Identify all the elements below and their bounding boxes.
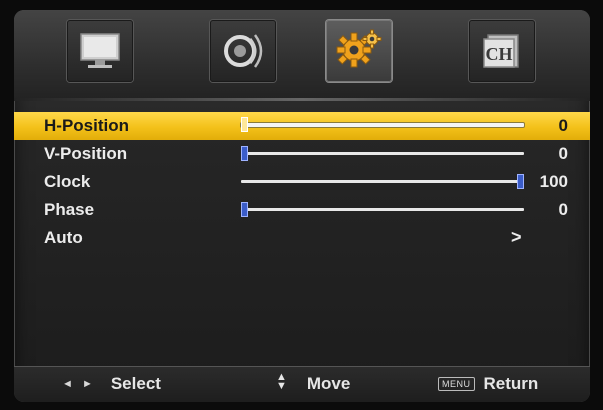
channel-ch-icon: CH	[483, 34, 519, 68]
hint-move: ▲ ▼ Move	[276, 370, 350, 394]
h-position-value: 0	[558, 116, 568, 135]
menu-tab-bar: CH	[14, 10, 590, 98]
v-position-value: 0	[558, 144, 568, 163]
v-position-slider[interactable]	[241, 146, 524, 161]
h-position-label: H-Position	[44, 116, 129, 135]
osd-menu: CH H-Position 0 V-Position 0 Clock 100 P…	[14, 10, 590, 402]
tab-setup[interactable]	[326, 20, 392, 82]
return-label: Return	[483, 374, 539, 393]
v-position-label: V-Position	[44, 144, 128, 163]
hint-bar: ◄ ► Select ▲ ▼ Move MENU Return	[14, 366, 590, 402]
phase-knob[interactable]	[241, 202, 248, 217]
tab-sound[interactable]	[210, 20, 276, 82]
settings-list: H-Position 0 V-Position 0 Clock 100 Phas…	[14, 112, 590, 252]
left-right-arrows-icon: ◄ ►	[62, 378, 93, 390]
tv-picture-icon	[80, 33, 120, 68]
auto-label: Auto	[44, 228, 83, 247]
tab-channel[interactable]: CH	[469, 20, 535, 82]
speaker-sound-icon	[224, 34, 263, 68]
clock-knob[interactable]	[517, 174, 524, 189]
menu-key-icon: MENU	[438, 377, 475, 391]
h-position-knob[interactable]	[241, 117, 248, 132]
move-label: Move	[306, 374, 351, 393]
gear-setup-icon	[336, 29, 382, 68]
row-h-position[interactable]: H-Position 0	[14, 112, 590, 140]
svg-text:CH: CH	[486, 44, 513, 64]
row-v-position[interactable]: V-Position 0	[14, 140, 590, 168]
phase-slider[interactable]	[241, 202, 524, 217]
up-down-arrows-icon: ▲ ▼	[276, 372, 287, 392]
v-position-knob[interactable]	[241, 146, 248, 161]
chevron-right-icon: >	[511, 227, 522, 247]
tab-divider	[14, 98, 590, 101]
down-arrow-icon: ▼	[276, 380, 287, 392]
h-position-slider[interactable]	[241, 117, 524, 132]
row-auto[interactable]: Auto >	[14, 224, 590, 252]
clock-slider[interactable]	[241, 174, 524, 189]
clock-label: Clock	[44, 172, 91, 191]
phase-value: 0	[558, 200, 568, 219]
clock-value: 100	[539, 172, 568, 191]
hint-return: MENU Return	[438, 374, 538, 394]
row-clock[interactable]: Clock 100	[14, 168, 590, 196]
select-label: Select	[110, 374, 161, 393]
phase-label: Phase	[44, 200, 95, 219]
row-phase[interactable]: Phase 0	[14, 196, 590, 224]
hint-select: ◄ ► Select	[62, 374, 161, 394]
tab-picture[interactable]	[67, 20, 133, 82]
